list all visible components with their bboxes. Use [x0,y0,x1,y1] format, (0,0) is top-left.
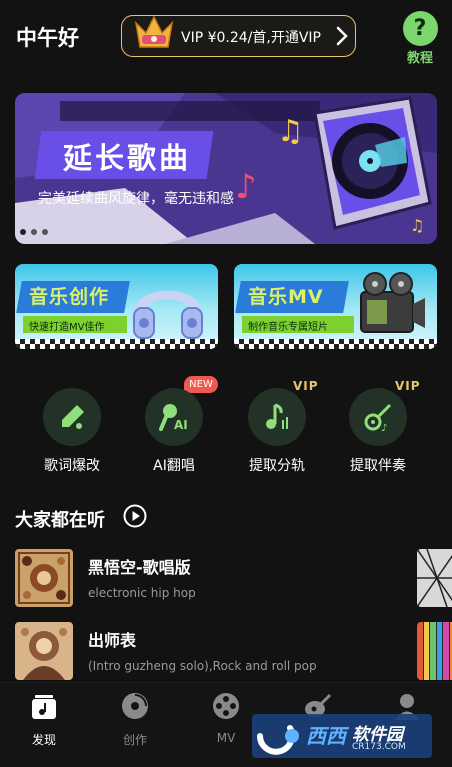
banner-title: 延长歌曲 [63,141,192,175]
song-row[interactable]: 出师表 (Intro guzheng solo),Rock and roll p… [15,622,452,682]
help-icon: ? [402,11,438,46]
tool-ai-cover[interactable]: AI AI翻唱 [134,385,214,475]
pagination-dot [42,229,48,235]
song-genre: electronic hip hop [88,586,196,600]
ai-mic-icon: AI [159,404,188,432]
tool-icon-circle: ♪ [349,388,407,446]
album-art-image [15,549,73,607]
banner-pagination [20,229,48,235]
tool-label: AI翻唱 [153,458,195,474]
banner-subtitle: 完美延续曲风旋律，毫无违和感 [38,191,234,207]
card-title: 音乐创作 [29,286,110,308]
tool-label: 歌词爆改 [44,458,100,474]
disc-icon [122,693,148,719]
promo-banner[interactable]: ♫ ♪ ♫ 延长歌曲 完美延续曲风旋律，毫无违和感 [15,93,437,244]
song-cover-next[interactable] [417,549,452,607]
song-row[interactable]: 黑悟空-歌唱版 electronic hip hop [15,549,452,609]
section-title: 大家都在听 [15,510,105,531]
album-art-image [417,549,452,607]
tutorial-button[interactable]: ? 教程 [400,11,440,66]
music-create-card[interactable]: 音乐创作 快速打造MV佳作 [15,264,218,349]
card-title: 音乐MV [248,286,324,308]
guitar-icon: ♪ [364,403,392,432]
tab-discover[interactable]: 发现 [9,691,79,748]
album-art-image [417,622,452,680]
song-cover [15,622,73,680]
vip-promo-button[interactable]: VIP ¥0.24/首,开通VIP [121,15,356,57]
tool-label: 提取伴奏 [350,458,406,474]
tool-icon-circle [248,388,306,446]
tool-icon-circle [43,388,101,446]
svg-text:♪: ♪ [381,423,387,432]
tab-label: 发现 [31,733,56,747]
tab-mv[interactable]: MV [191,691,261,745]
film-reel-icon [213,693,239,719]
svg-text:♫: ♫ [277,114,304,149]
tutorial-label: 教程 [406,51,433,66]
song-title: 黑悟空-歌唱版 [88,558,191,577]
vip-promo-text: VIP ¥0.24/首,开通VIP [181,30,321,46]
song-genre: (Intro guzheng solo),Rock and roll pop [88,659,317,673]
tool-extract-tracks[interactable]: 提取分轨 [237,385,317,475]
play-circle-icon[interactable] [123,504,147,528]
discover-icon [32,695,56,719]
crown-icon [134,15,174,48]
pagination-dot [31,229,37,235]
tool-extract-accompaniment[interactable]: ♪ 提取伴奏 [338,385,418,475]
chevron-right-icon [336,26,348,46]
watermark-url: CR173.COM [352,742,406,752]
svg-text:♫: ♫ [410,216,424,235]
tab-label: MV [216,731,236,745]
tool-label: 提取分轨 [249,458,305,474]
pagination-dot-active [20,229,26,235]
music-mv-card[interactable]: 音乐MV 制作音乐专属短片 [234,264,437,349]
film-projector-icon [360,272,425,333]
greeting-text: 中午好 [16,26,79,50]
svg-text:♪: ♪ [235,167,257,207]
card-subtitle: 制作音乐专属短片 [248,322,328,333]
tool-icon-circle: AI [145,388,203,446]
tool-grid: 歌词爆改 AI AI翻唱 提取分轨 ♪ 提取伴奏 [0,385,452,475]
song-cover-next[interactable] [417,622,452,680]
tab-label: 创作 [122,733,147,747]
card-subtitle: 快速打造MV佳作 [29,322,105,333]
tab-create[interactable]: 创作 [100,691,170,748]
album-art-image [15,622,73,680]
music-track-icon [266,403,288,429]
song-cover [15,549,73,607]
header: 中午好 VIP ¥0.24/首,开通VIP ? 教程 [0,0,452,72]
headphones-icon [133,290,203,339]
watermark-text: 西西 [306,724,346,748]
tool-lyrics-rewrite[interactable]: 歌词爆改 [32,385,112,475]
song-title: 出师表 [88,631,137,650]
svg-text:AI: AI [174,418,188,432]
pen-icon [62,405,84,429]
